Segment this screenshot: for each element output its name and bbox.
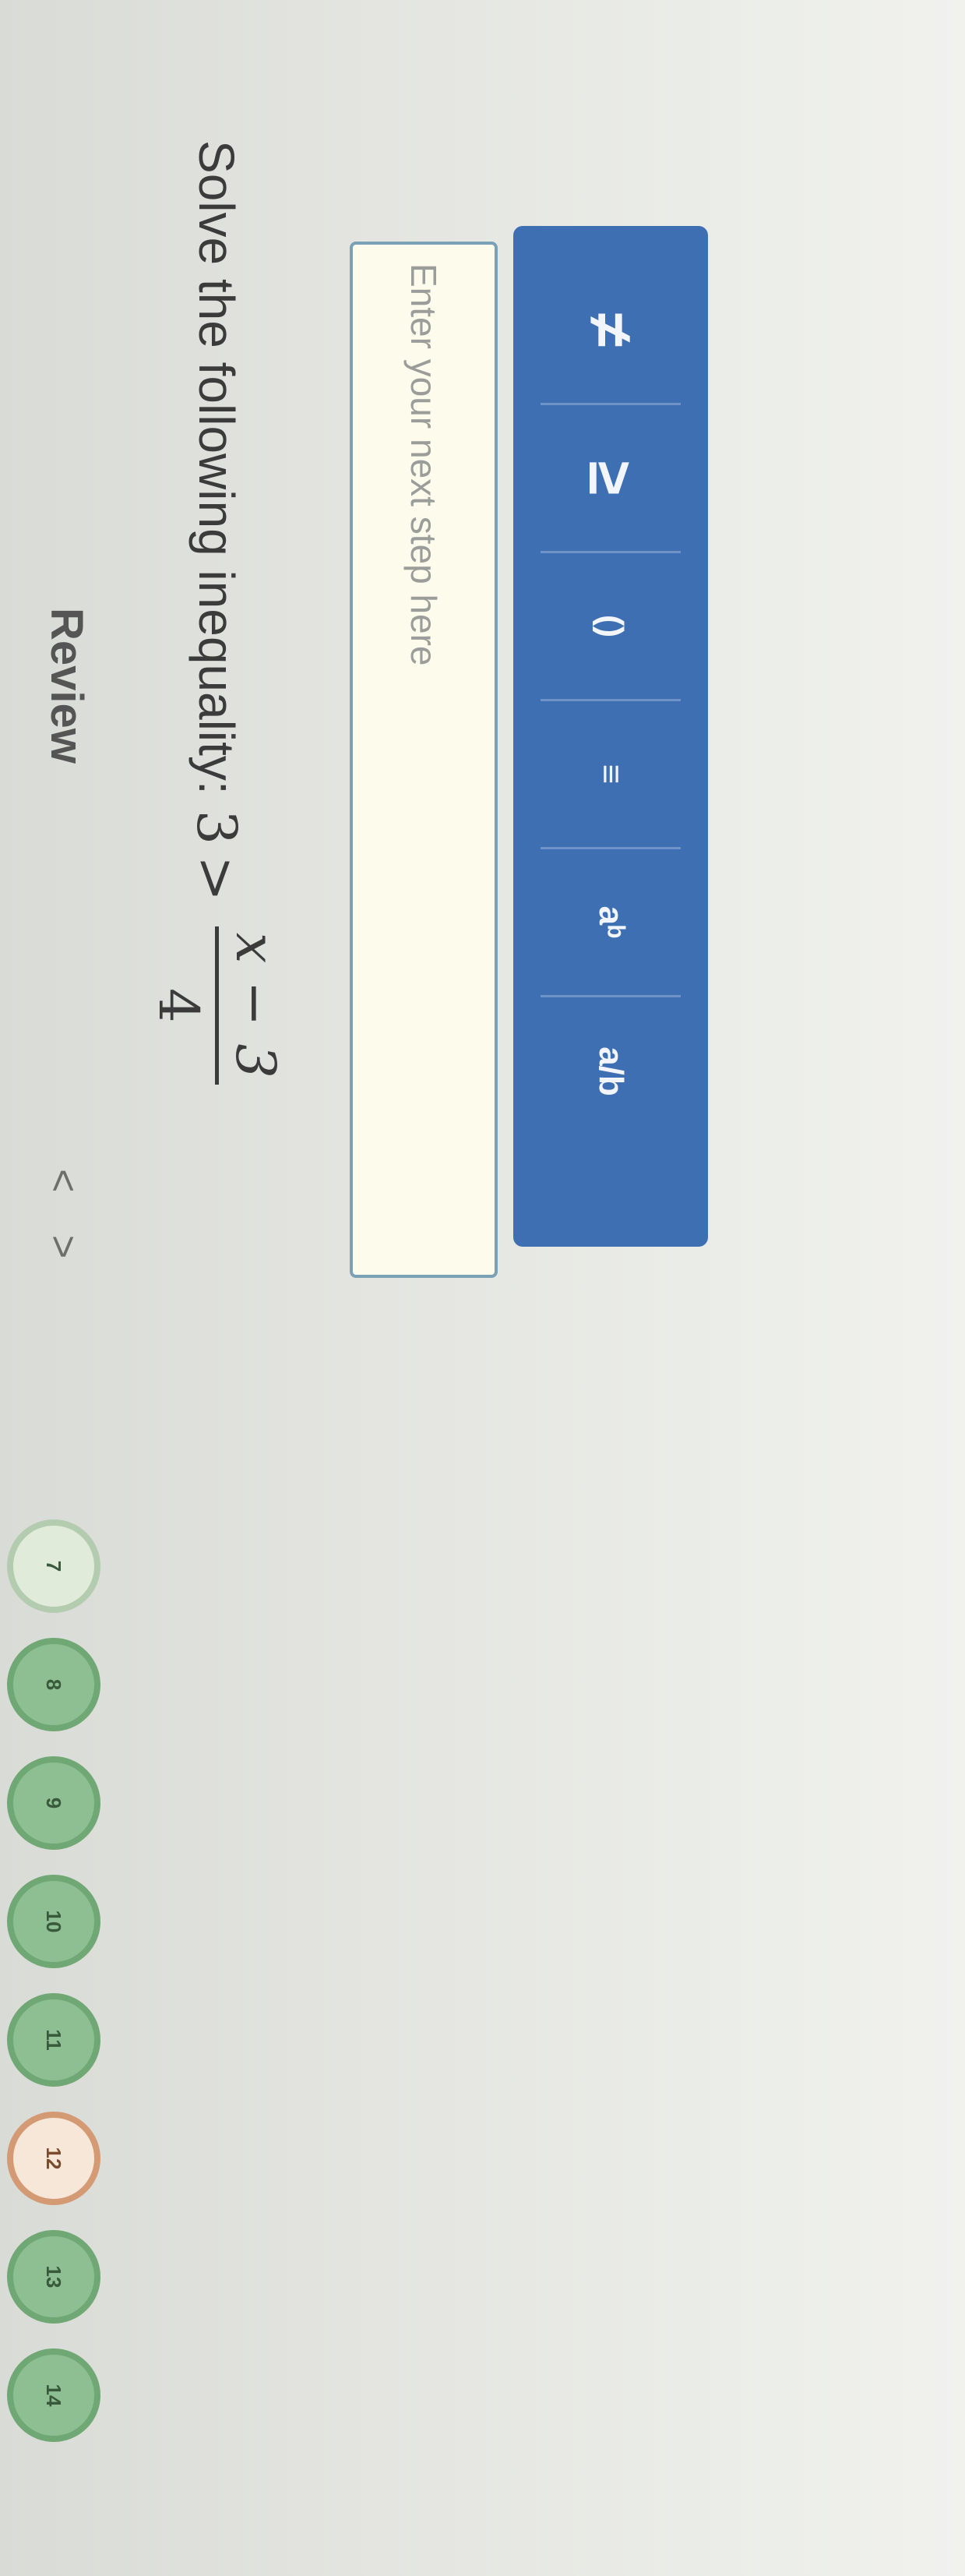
inequality-expression: 3 > x − 3 4 [146, 810, 287, 1085]
exponent-icon: aᵇ [592, 905, 630, 939]
greater-equal-button[interactable]: ≥ [541, 405, 681, 553]
math-toolbar: ≠ ≥ () ≡ aᵇ a/b [513, 226, 708, 1247]
question-number-13[interactable]: 13 [7, 2230, 100, 2324]
next-button[interactable]: > [41, 1235, 86, 1258]
question-nav: < > [40, 1169, 86, 1290]
not-equal-icon: ≠ [576, 312, 646, 348]
fraction: x − 3 4 [146, 926, 287, 1085]
page-stage: Review < > 7 8 9 10 11 12 13 14 Solve th… [0, 0, 965, 2576]
matrix-icon: ≡ [592, 764, 630, 785]
question-number-9[interactable]: 9 [7, 1756, 100, 1850]
not-equal-button[interactable]: ≠ [541, 257, 681, 405]
answer-input[interactable] [353, 245, 495, 1275]
fraction-button[interactable]: a/b [541, 997, 681, 1145]
matrix-button[interactable]: ≡ [541, 701, 681, 849]
answer-input-box [350, 242, 498, 1278]
prev-button[interactable]: < [41, 1169, 86, 1192]
fraction-icon: a/b [592, 1046, 630, 1096]
question-number-11[interactable]: 11 [7, 1993, 100, 2087]
question-number-7[interactable]: 7 [7, 1519, 100, 1613]
fraction-denominator: 4 [146, 988, 210, 1023]
greater-equal-icon: ≥ [576, 461, 646, 496]
inequality-operator: > [185, 856, 249, 902]
inequality-lhs: 3 [185, 810, 249, 845]
question-number-14[interactable]: 14 [7, 2348, 100, 2442]
question-number-8[interactable]: 8 [7, 1638, 100, 1731]
question-number-10[interactable]: 10 [7, 1875, 100, 1968]
parentheses-button[interactable]: () [541, 553, 681, 701]
fraction-numerator: x − 3 [215, 926, 287, 1085]
question-text: Solve the following inequality: 3 > x − … [146, 140, 287, 1085]
question-prompt: Solve the following inequality: [188, 140, 245, 795]
exponent-button[interactable]: aᵇ [541, 849, 681, 997]
question-number-12[interactable]: 12 [7, 2112, 100, 2205]
page-title: Review [41, 608, 92, 764]
question-list: 7 8 9 10 11 12 13 14 [7, 1519, 100, 2442]
parentheses-icon: () [592, 614, 630, 638]
